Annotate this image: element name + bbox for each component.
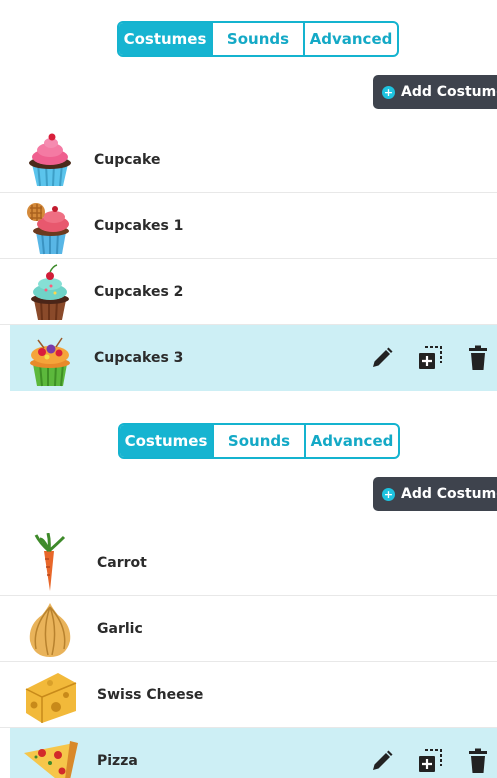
carrot-icon xyxy=(34,532,66,591)
swiss-cheese-icon xyxy=(25,672,77,723)
tab-advanced[interactable]: Advanced xyxy=(304,425,398,457)
cupcake-cookie-icon xyxy=(27,202,69,254)
cupcake-mint-icon xyxy=(31,263,69,320)
plus-icon: + xyxy=(382,487,395,501)
costume-item[interactable]: Garlic xyxy=(0,596,497,662)
costume-list: Carrot Garlic Swiss Cheese Pizza xyxy=(0,530,497,778)
costume-name: Cupcake xyxy=(94,151,161,168)
edit-pencil-icon[interactable] xyxy=(369,345,395,371)
costume-name: Swiss Cheese xyxy=(97,686,204,703)
cupcake-pink-icon xyxy=(29,133,71,186)
costume-item-selected[interactable]: Cupcakes 3 xyxy=(10,325,497,391)
tab-costumes[interactable]: Costumes xyxy=(120,425,212,457)
garlic-icon xyxy=(29,602,71,657)
costume-name: Carrot xyxy=(97,554,147,571)
row-actions xyxy=(369,728,491,778)
costume-name: Pizza xyxy=(97,753,138,769)
add-costume-label: Add Costume xyxy=(401,486,497,502)
costume-name: Garlic xyxy=(97,620,143,637)
tab-sounds[interactable]: Sounds xyxy=(212,425,304,457)
add-costume-label: Add Costume xyxy=(401,84,497,100)
costume-name: Cupcakes 1 xyxy=(94,217,184,234)
costume-item[interactable]: Swiss Cheese xyxy=(0,662,497,728)
row-actions xyxy=(369,325,491,391)
tab-sounds[interactable]: Sounds xyxy=(211,23,303,55)
costume-name: Cupcakes 2 xyxy=(94,283,184,300)
costume-panel-2: Costumes Sounds Advanced + Add Costume C… xyxy=(0,403,497,778)
duplicate-icon[interactable] xyxy=(417,345,443,371)
costume-item[interactable]: Cupcakes 1 xyxy=(0,193,497,259)
costume-name: Cupcakes 3 xyxy=(94,350,184,366)
cupcake-fruit-icon xyxy=(30,337,70,387)
costume-item[interactable]: Carrot xyxy=(0,530,497,596)
trash-icon[interactable] xyxy=(465,748,491,774)
edit-pencil-icon[interactable] xyxy=(369,748,395,774)
plus-icon: + xyxy=(382,85,395,99)
costume-item[interactable]: Cupcakes 2 xyxy=(0,259,497,325)
costume-item[interactable]: Cupcake xyxy=(0,127,497,193)
trash-icon[interactable] xyxy=(465,345,491,371)
add-costume-button[interactable]: + Add Costume xyxy=(373,75,497,109)
costume-item-selected[interactable]: Pizza xyxy=(10,728,497,778)
tab-bar: Costumes Sounds Advanced xyxy=(118,423,400,459)
pizza-slice-icon xyxy=(24,741,78,778)
tab-costumes[interactable]: Costumes xyxy=(119,23,211,55)
tab-bar: Costumes Sounds Advanced xyxy=(117,21,399,57)
tab-advanced[interactable]: Advanced xyxy=(303,23,397,55)
add-costume-button[interactable]: + Add Costume xyxy=(373,477,497,511)
duplicate-icon[interactable] xyxy=(417,748,443,774)
costume-list: Cupcake Cupcakes 1 Cupcakes 2 Cupcakes 3 xyxy=(0,127,497,391)
costume-panel-1: Costumes Sounds Advanced + Add Costume C… xyxy=(0,0,497,392)
